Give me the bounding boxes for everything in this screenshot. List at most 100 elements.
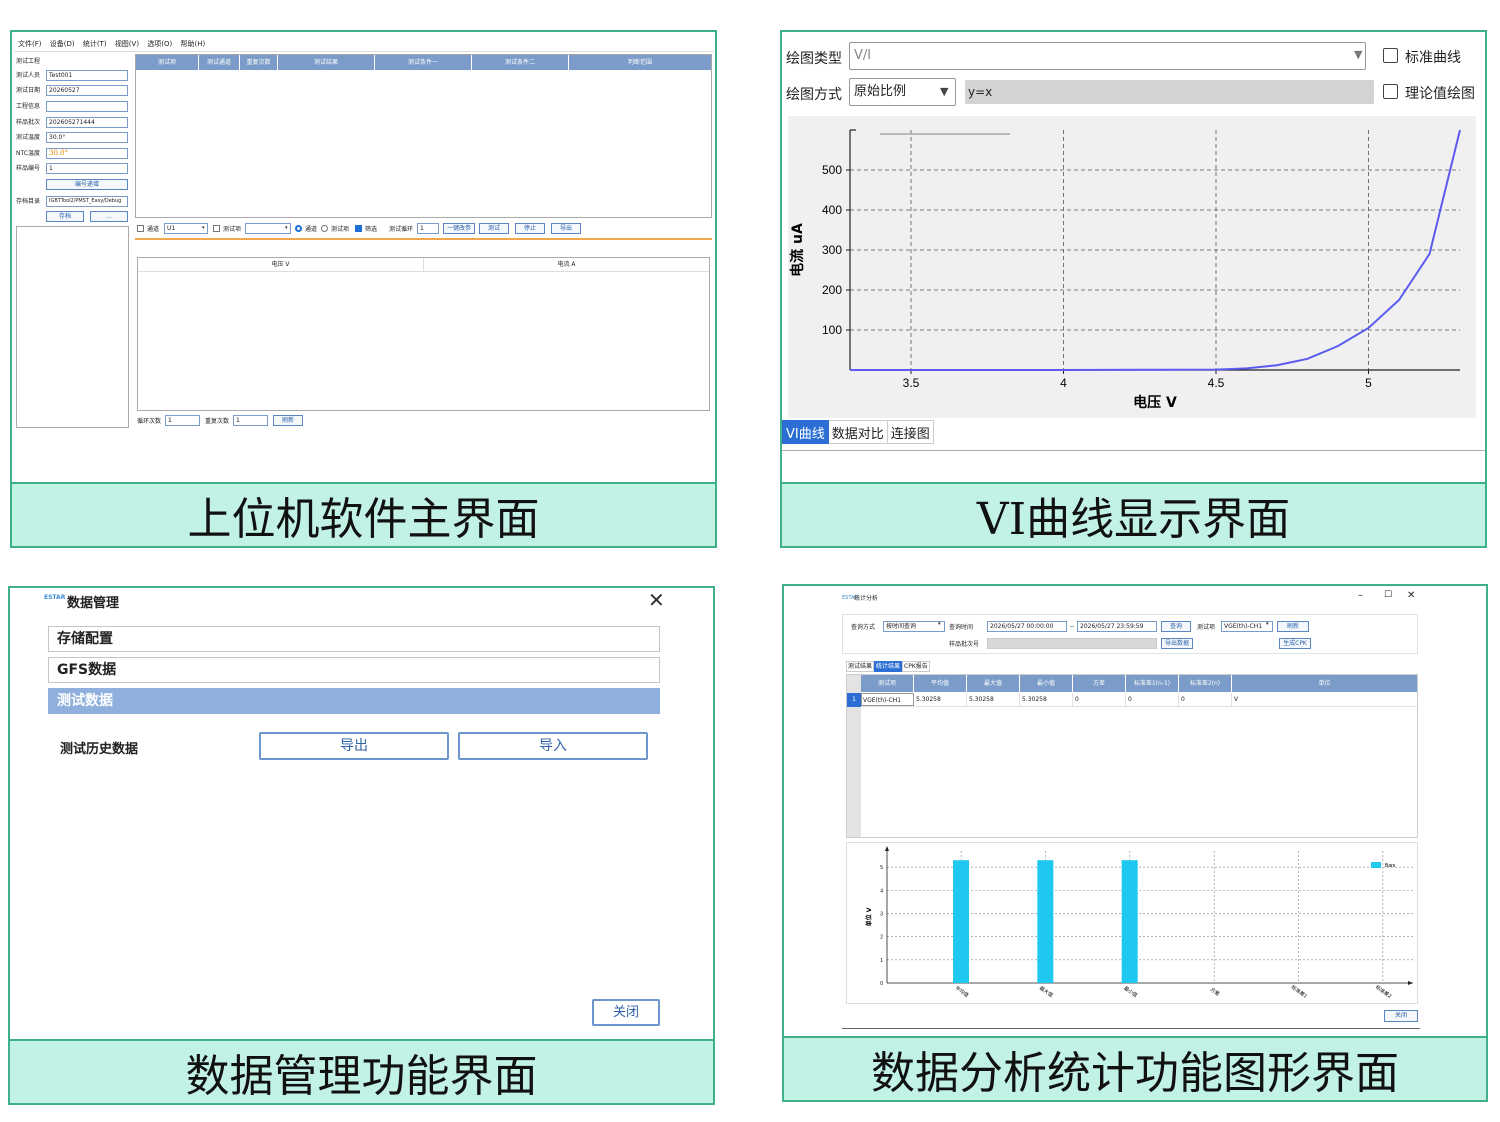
menu-help[interactable]: 帮助(H) (181, 40, 206, 48)
chevron-down-icon: ▾ (202, 225, 205, 231)
channel-checkbox[interactable] (137, 225, 144, 232)
app-logo: ESTAR (44, 594, 66, 601)
col-header[interactable]: 测试项 (861, 675, 914, 692)
time-end-field[interactable]: 2026/05/27 23:59:59 (1077, 621, 1157, 632)
col-header[interactable]: 测试条件二 (472, 55, 569, 70)
save-button[interactable]: 存档 (46, 211, 84, 222)
tab-connection[interactable]: 连接图 (887, 420, 934, 444)
time-start-field[interactable]: 2026/05/27 00:00:00 (987, 621, 1067, 632)
menu-divider (14, 51, 714, 52)
loop-field[interactable]: 1 (417, 223, 439, 234)
col-header-voltage[interactable]: 电压 V (138, 258, 424, 271)
list-item-test-data[interactable]: 测试数据 (48, 688, 660, 714)
bar (1121, 860, 1138, 983)
query-method-select[interactable]: 按时间查询 (883, 621, 945, 632)
item-checkbox[interactable] (213, 225, 220, 232)
col-header[interactable]: 测试项 (136, 55, 199, 70)
close-button[interactable]: 关闭 (1384, 1010, 1418, 1022)
batch-edit-button[interactable]: 一键改参 (443, 223, 475, 234)
refresh-button[interactable]: 刷新 (273, 415, 303, 426)
generate-cpk-button[interactable]: 生成CPK (1279, 638, 1311, 649)
tab-data-compare[interactable]: 数据对比 (828, 420, 888, 444)
col-header[interactable]: 平均值 (914, 675, 967, 692)
form-label-date: 测试日期 (16, 87, 41, 94)
formula-field[interactable]: y=x (965, 80, 1374, 104)
tab-stat-results[interactable]: 统计结果 (874, 661, 903, 672)
panel-caption: 数据分析统计功能图形界面 (784, 1036, 1486, 1100)
x-tick-label: 标准差1 (1290, 984, 1309, 1000)
menu-view[interactable]: 视图(V) (115, 40, 139, 48)
standard-curve-checkbox[interactable] (1383, 48, 1398, 63)
menu-device[interactable]: 设备(D) (50, 40, 75, 48)
theory-plot-checkbox[interactable] (1383, 84, 1398, 99)
menu-options[interactable]: 选项(O) (147, 40, 172, 48)
tab-test-results[interactable]: 测试结果 (846, 661, 875, 672)
chevron-down-icon: ▼ (1354, 48, 1363, 61)
close-button[interactable]: 关闭 (592, 999, 660, 1026)
col-header[interactable]: 标准差1(n-1) (1126, 675, 1179, 692)
export-button[interactable]: 导出 (551, 223, 581, 234)
browse-button[interactable]: ... (90, 211, 128, 222)
col-header[interactable]: 重复次数 (240, 55, 278, 70)
list-item-storage-config[interactable]: 存储配置 (48, 626, 660, 652)
col-header[interactable]: 方差 (1073, 675, 1126, 692)
item-radio[interactable] (321, 225, 328, 232)
refresh-button[interactable]: 刷新 (1277, 621, 1309, 632)
table-cell: VGE(th)-CH1 (861, 693, 914, 706)
batch-field[interactable]: 202605271444 (46, 117, 128, 128)
vi-curve-panel: 绘图类型 V/I ▼ 标准曲线 绘图方式 原始比例 ▼ y=x 理论值绘图 3.… (780, 30, 1487, 548)
col-header[interactable]: 标准差2(n) (1179, 675, 1232, 692)
splitter-bar[interactable] (135, 238, 712, 240)
col-header[interactable]: 最大值 (967, 675, 1020, 692)
theory-plot-label: 理论值绘图 (1405, 86, 1475, 102)
menu-stats[interactable]: 统计(T) (83, 40, 107, 48)
main-interface-panel: 文件(F) 设备(D) 统计(T) 视图(V) 选项(O) 帮助(H) 测试工程… (10, 30, 717, 548)
temperature-field[interactable]: 30.0° (46, 132, 128, 143)
table-cell: 5.30258 (967, 693, 1020, 706)
filter-checkbox[interactable] (355, 225, 362, 232)
minimize-icon[interactable]: – (1358, 590, 1363, 601)
plot-mode-label: 绘图方式 (786, 87, 842, 103)
close-icon[interactable]: ✕ (1407, 590, 1415, 601)
save-dir-field[interactable]: IGBTTool2/PMST_Easy/Debug (46, 196, 128, 207)
operator-field[interactable]: Test001 (46, 70, 128, 81)
col-header-current[interactable]: 电流 A (424, 258, 709, 271)
list-item-gfs-data[interactable]: GFS数据 (48, 657, 660, 683)
test-button[interactable]: 测试 (479, 223, 509, 234)
history-label: 测试历史数据 (60, 742, 139, 757)
loop-count-field[interactable]: 1 (165, 415, 200, 426)
col-header[interactable]: 最小值 (1020, 675, 1073, 692)
plot-type-select[interactable]: V/I (849, 42, 1366, 70)
col-header[interactable]: 测试结果 (278, 55, 375, 70)
sample-no-field[interactable]: 1 (46, 163, 128, 174)
col-header[interactable]: 单位 (1232, 675, 1417, 692)
channel-radio[interactable] (295, 225, 302, 232)
repeat-count-field[interactable]: 1 (233, 415, 268, 426)
ntc-field[interactable]: 30.0° (46, 148, 128, 159)
export-data-button[interactable]: 导出数据 (1161, 638, 1193, 649)
tab-vi-curve[interactable]: VI曲线 (782, 420, 829, 444)
radio-item-label: 测试项 (331, 226, 350, 233)
time-separator: -- (1070, 623, 1075, 630)
y-tick-label: 2 (880, 935, 883, 941)
import-button[interactable]: 导入 (458, 732, 648, 760)
date-field[interactable]: 20260527 (46, 85, 128, 96)
stats-table-header: 测试项 平均值 最大值 最小值 方差 标准差1(n-1) 标准差2(n) 单位 (861, 675, 1417, 692)
stop-button[interactable]: 停止 (515, 223, 545, 234)
query-button[interactable]: 查询 (1161, 621, 1191, 632)
increment-number-button[interactable]: 编号递增 (46, 179, 128, 190)
export-button[interactable]: 导出 (259, 732, 449, 760)
col-header[interactable]: 判断范围 (569, 55, 711, 70)
close-icon[interactable]: ✕ (648, 588, 665, 612)
panel-caption: VI曲线显示界面 (782, 482, 1485, 546)
menu-file[interactable]: 文件(F) (18, 40, 42, 48)
col-header[interactable]: 测试条件一 (375, 55, 472, 70)
col-header[interactable]: 测试通道 (199, 55, 240, 70)
tab-cpk-report[interactable]: CPK报告 (902, 661, 930, 672)
table-row[interactable]: VGE(th)-CH1 5.30258 5.30258 5.30258 0 0 … (861, 693, 1417, 707)
batch-field[interactable] (987, 638, 1157, 649)
maximize-icon[interactable]: ☐ (1384, 590, 1392, 600)
y-tick-label: 400 (822, 203, 842, 217)
info-field[interactable] (46, 101, 128, 112)
table-cell: 0 (1126, 693, 1179, 706)
